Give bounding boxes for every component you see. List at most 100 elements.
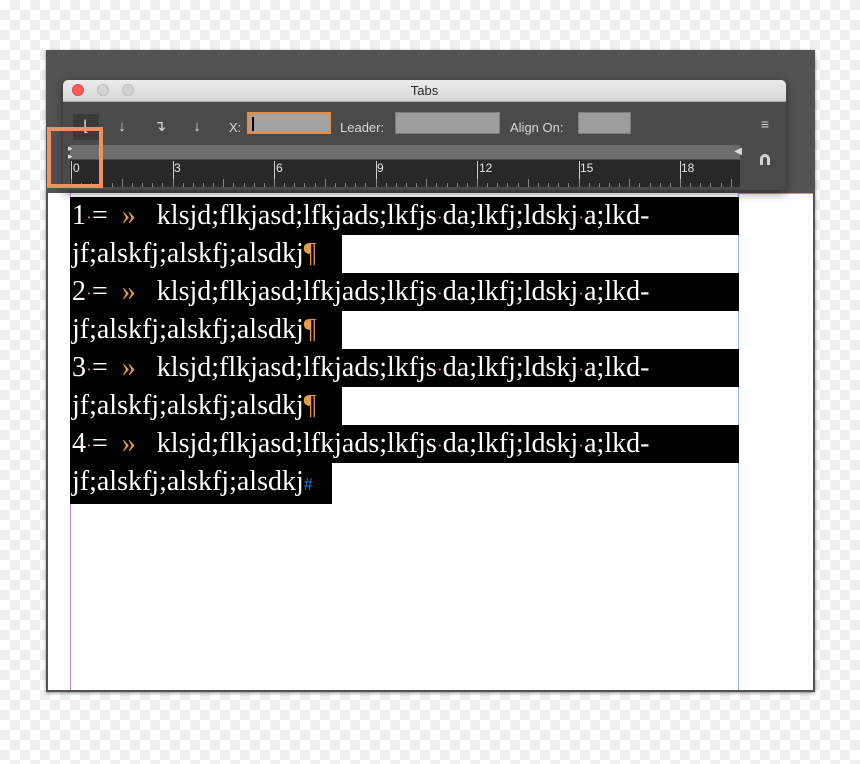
- panel-titlebar[interactable]: Tabs: [63, 80, 786, 102]
- ruler-label: 6: [276, 161, 283, 175]
- ruler-minor-tick: [639, 183, 641, 187]
- ruler-minor-tick: [162, 183, 164, 187]
- position-panel-magnet-icon[interactable]: [758, 153, 772, 166]
- line-continuation: jf;alskfj;alskfj;alsdkj: [72, 390, 304, 421]
- ruler-minor-tick: [507, 183, 509, 187]
- ruler-label: 18: [681, 161, 695, 175]
- decimal-tab-button[interactable]: ↓: [184, 114, 210, 140]
- list-number: 4: [72, 428, 86, 459]
- ruler-minor-tick: [395, 183, 397, 187]
- ruler-minor-tick: [314, 183, 316, 187]
- ruler-minor-tick: [537, 183, 539, 187]
- ruler-minor-tick: [619, 183, 621, 187]
- ruler-minor-tick: [294, 183, 296, 187]
- align-on-input[interactable]: [578, 112, 631, 134]
- text-line: jf;alskfj;alskfj;alsdkj¶: [70, 311, 739, 352]
- ruler-minor-tick: [466, 183, 468, 187]
- line-text-end: a;lkd-: [584, 352, 650, 383]
- ruler-minor-tick: [426, 179, 428, 187]
- line-text-end: a;lkd-: [584, 200, 650, 231]
- text-frame[interactable]: 1·= » klsjd;flkjasd;lfkjads;lkfjs·da;lkf…: [70, 197, 739, 504]
- ruler-minor-tick: [710, 183, 712, 187]
- ruler-minor-tick: [527, 179, 529, 187]
- text-line: 4·= » klsjd;flkjasd;lfkjads;lkfjs·da;lkf…: [70, 425, 739, 463]
- list-number: 2: [72, 276, 86, 307]
- ruler-minor-tick: [446, 183, 448, 187]
- text-line: 2·= » klsjd;flkjasd;lfkjads;lkfjs·da;lkf…: [70, 273, 739, 311]
- line-continuation: jf;alskfj;alskfj;alsdkj: [72, 238, 304, 269]
- tab-stop-strip[interactable]: [70, 145, 740, 160]
- right-tab-icon: ↴: [153, 118, 167, 135]
- line-text: klsjd;flkjasd;lfkjads;lkfjs: [156, 352, 437, 383]
- leader-label: Leader:: [340, 120, 385, 135]
- end-of-story-icon: #: [303, 474, 313, 494]
- center-tab-icon: ↓: [118, 118, 126, 135]
- ruler-minor-tick: [730, 179, 732, 187]
- line-text-end: a;lkd-: [584, 428, 650, 459]
- ruler-minor-tick: [192, 183, 194, 187]
- panel-title: Tabs: [410, 83, 439, 98]
- ruler-minor-tick: [497, 183, 499, 187]
- line-text-tail: da;lkfj;ldskj: [442, 200, 579, 231]
- ruler-minor-tick: [649, 183, 651, 187]
- ruler-minor-tick: [304, 183, 306, 187]
- line-text-end: a;lkd-: [584, 276, 650, 307]
- ruler-minor-tick: [274, 179, 275, 187]
- ruler-minor-tick: [324, 179, 326, 187]
- ruler-minor-tick: [355, 183, 357, 187]
- ruler-minor-tick: [598, 183, 600, 187]
- x-label: X:: [229, 120, 242, 135]
- ruler-minor-tick: [182, 183, 184, 187]
- ruler-minor-tick: [517, 183, 519, 187]
- margin-guide-top: [738, 193, 813, 194]
- right-justified-tab-button[interactable]: ↴: [147, 114, 173, 140]
- ruler-minor-tick: [385, 183, 387, 187]
- ruler-minor-tick: [405, 183, 407, 187]
- ruler-label: 3: [174, 161, 181, 175]
- list-number: 1: [72, 200, 86, 231]
- ruler-label: 15: [580, 161, 594, 175]
- center-justified-tab-button[interactable]: ↓: [109, 114, 135, 140]
- ruler-minor-tick: [608, 183, 610, 187]
- text-line: jf;alskfj;alskfj;alsdkj¶: [70, 387, 739, 428]
- ruler-minor-tick: [487, 183, 489, 187]
- tabs-panel[interactable]: Tabs ⌊ ↓ ↴ ↓ X: Leader: Align On: ≡ ▸ ▸ ◀…: [63, 80, 786, 190]
- line-continuation: jf;alskfj;alskfj;alsdkj: [72, 314, 304, 345]
- ruler-minor-tick: [142, 183, 144, 187]
- ruler-minor-tick: [131, 183, 133, 187]
- list-number: 3: [72, 352, 86, 383]
- tab-ruler[interactable]: ▸ ▸ ◀ 0 3 6 9 12 15 18: [68, 144, 742, 187]
- line-text-tail: da;lkfj;ldskj: [442, 428, 579, 459]
- ruler-label: 9: [377, 161, 384, 175]
- ruler-minor-tick: [345, 183, 347, 187]
- line-continuation: jf;alskfj;alskfj;alsdkj: [72, 466, 304, 497]
- text-line: jf;alskfj;alskfj;alsdkj#: [70, 463, 739, 504]
- ruler-minor-tick: [558, 183, 560, 187]
- ruler-minor-tick: [121, 179, 123, 187]
- ruler-minor-tick: [680, 179, 681, 187]
- line-text-tail: da;lkfj;ldskj: [442, 276, 579, 307]
- leader-input[interactable]: [395, 112, 500, 134]
- ruler-minor-tick: [375, 179, 377, 187]
- ruler-minor-tick: [416, 183, 418, 187]
- text-line: jf;alskfj;alskfj;alsdkj¶: [70, 235, 739, 276]
- x-position-input[interactable]: [247, 112, 331, 134]
- ruler-minor-tick: [669, 183, 671, 187]
- line-text: klsjd;flkjasd;lfkjads;lkfjs: [156, 200, 437, 231]
- right-indent-marker-icon[interactable]: ◀: [734, 146, 742, 157]
- line-text: klsjd;flkjasd;lfkjads;lkfjs: [156, 276, 437, 307]
- ruler-minor-tick: [172, 179, 174, 187]
- ruler-minor-tick: [233, 183, 235, 187]
- panel-menu-icon[interactable]: ≡: [761, 116, 769, 132]
- ruler-minor-tick: [690, 183, 692, 187]
- ruler-minor-tick: [436, 183, 438, 187]
- text-line: 3·= » klsjd;flkjasd;lfkjads;lkfjs·da;lkf…: [70, 349, 739, 387]
- ruler-minor-tick: [720, 183, 722, 187]
- ruler-minor-tick: [578, 179, 580, 187]
- line-text-tail: da;lkfj;ldskj: [442, 352, 579, 383]
- line-text: klsjd;flkjasd;lfkjads;lkfjs: [156, 428, 437, 459]
- ruler-label: 12: [479, 161, 493, 175]
- ruler-minor-tick: [568, 183, 570, 187]
- ruler-minor-tick: [365, 183, 367, 187]
- ruler-minor-tick: [477, 179, 478, 187]
